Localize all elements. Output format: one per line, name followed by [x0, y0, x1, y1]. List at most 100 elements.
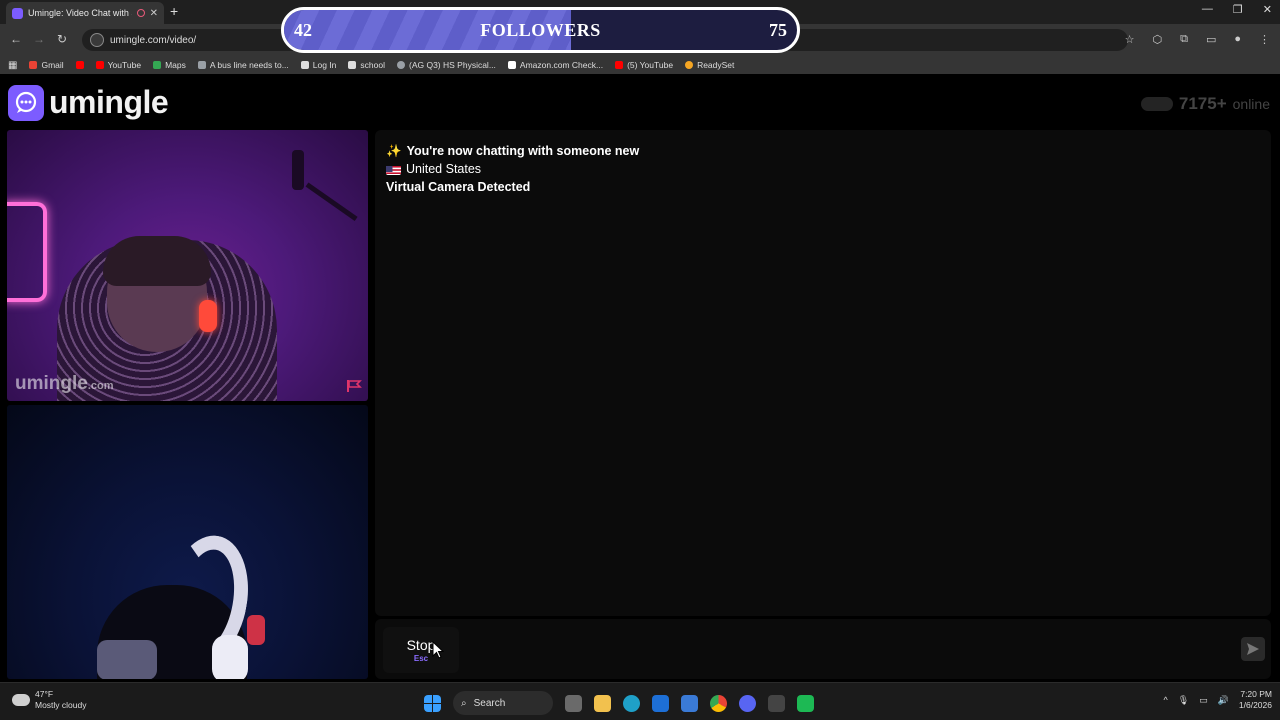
chat-message: Virtual Camera Detected [386, 180, 531, 194]
taskbar-apps: ⌕ Search [424, 691, 814, 715]
online-count: 7175+ [1178, 94, 1227, 113]
mouse-cursor-icon [432, 641, 444, 659]
neon-light [7, 202, 47, 302]
chat-message: United States [386, 160, 1260, 178]
microphone-icon[interactable]: 🎙 [1178, 695, 1189, 706]
umingle-favicon-icon [12, 7, 23, 19]
person-hair [103, 236, 211, 286]
youtube-icon [95, 61, 104, 69]
send-button[interactable] [1241, 637, 1265, 661]
new-tab-button[interactable]: + [170, 3, 178, 19]
window-controls: — ❐ ✕ [1202, 3, 1272, 16]
school-icon [300, 61, 309, 69]
task-view-icon[interactable] [565, 694, 582, 712]
bookmark-item[interactable]: (5) YouTube [615, 60, 673, 70]
volume-icon[interactable]: 🔊 [1218, 695, 1229, 706]
file-explorer-icon[interactable] [594, 694, 611, 712]
online-counter: 7175+ online [1140, 94, 1270, 114]
system-clock[interactable]: 7:20 PM 1/6/2026 [1239, 689, 1272, 711]
url-text: umingle.com/video/ [110, 34, 197, 46]
readyset-icon [685, 61, 694, 69]
tray-chevron-icon[interactable]: ^ [1164, 695, 1168, 705]
close-tab-icon[interactable]: ✕ [150, 8, 158, 19]
system-tray: ^ 🎙 ▭ 🔊 7:20 PM 1/6/2026 [1164, 689, 1273, 711]
site-info-icon[interactable] [90, 33, 104, 47]
school-icon [348, 61, 357, 69]
taskbar-search[interactable]: ⌕ Search [453, 691, 553, 715]
followers-label: FOLLOWERS [480, 20, 601, 40]
followers-goal-count: 75 [769, 20, 787, 40]
game-icon[interactable] [768, 694, 785, 712]
sparkles-icon: ✨ [386, 144, 402, 158]
bookmark-item[interactable]: Maps [153, 60, 186, 70]
bookmark-item[interactable]: Amazon.com Check... [507, 60, 603, 70]
headphone [199, 300, 217, 332]
bookmarks-bar: ▦ Gmail YouTube Maps A bus line needs to… [0, 56, 1280, 74]
recording-icon [136, 9, 145, 17]
bookmark-item[interactable]: school [348, 60, 385, 70]
bookmark-item[interactable]: Gmail [29, 60, 64, 70]
theme-toggle[interactable] [1140, 97, 1173, 111]
menu-dots-icon[interactable]: ⋮ [1259, 33, 1270, 46]
app-icon[interactable] [797, 694, 814, 712]
extension-icon[interactable]: ⬡ [1152, 33, 1162, 46]
bookmark-item[interactable]: (AG Q3) HS Physical... [397, 60, 496, 70]
bookmark-item[interactable] [75, 61, 84, 69]
us-flag-icon [386, 164, 401, 175]
umingle-app: umingle 7175+ online umingle.com ✨ You'r… [0, 74, 1280, 682]
bookmark-item[interactable]: ReadySet [685, 60, 734, 70]
bookmark-star-icon[interactable]: ☆ [1125, 33, 1135, 46]
lamp-arm [305, 182, 358, 221]
report-flag-icon[interactable] [346, 379, 362, 393]
store-icon[interactable] [681, 694, 698, 712]
back-arrow-icon[interactable]: ← [10, 32, 22, 46]
network-icon[interactable]: ▭ [1199, 695, 1208, 706]
bookmark-item[interactable]: A bus line needs to... [197, 60, 289, 70]
browser-actions: ☆ ⬡ ⧉ ▭ ● ⋮ [1125, 33, 1270, 46]
send-arrow-icon [1247, 643, 1259, 655]
apps-grid-icon[interactable]: ▦ [8, 60, 17, 71]
search-icon: ⌕ [461, 697, 467, 709]
logo-text: umingle [49, 84, 169, 120]
browser-tab[interactable]: Umingle: Video Chat with S ✕ [6, 2, 164, 24]
amazon-icon [507, 61, 516, 69]
weather-widget[interactable]: 47°F Mostly cloudy [12, 689, 87, 711]
self-video [7, 405, 368, 679]
lamp [292, 150, 304, 190]
close-window-icon[interactable]: ✕ [1263, 3, 1272, 16]
stranger-video: umingle.com [7, 130, 368, 401]
profile-icon[interactable]: ● [1234, 33, 1241, 46]
message-input[interactable] [467, 631, 1227, 667]
temperature: 47°F [35, 689, 54, 699]
tab-title: Umingle: Video Chat with S [28, 8, 132, 18]
cast-icon[interactable]: ▭ [1206, 33, 1216, 46]
cloud-icon [12, 694, 30, 706]
edge-icon[interactable] [623, 694, 640, 712]
extensions-puzzle-icon[interactable]: ⧉ [1180, 33, 1188, 46]
doc-icon [197, 61, 206, 69]
youtube-icon [615, 61, 624, 69]
followers-goal-overlay: 42 FOLLOWERS 75 [281, 7, 800, 53]
chrome-icon[interactable] [710, 694, 727, 712]
bookmark-item[interactable]: Log In [300, 60, 336, 70]
windows-start-icon[interactable] [424, 694, 441, 712]
gmail-icon [29, 61, 38, 69]
reload-icon[interactable]: ↻ [57, 32, 67, 46]
umingle-logo[interactable]: umingle [8, 84, 169, 121]
chat-input-bar: Stop Esc [375, 619, 1271, 679]
online-label: online [1232, 96, 1270, 112]
bookmark-item[interactable]: YouTube [95, 60, 141, 70]
red-light [247, 615, 265, 645]
chat-message: ✨ You're now chatting with someone new [386, 144, 640, 158]
headset-earcup [212, 635, 248, 679]
maximize-icon[interactable]: ❐ [1233, 3, 1243, 16]
weather-condition: Mostly cloudy [35, 700, 87, 710]
video-watermark: umingle.com [15, 373, 114, 394]
outlook-icon[interactable] [652, 694, 669, 712]
forward-arrow-icon[interactable]: → [33, 32, 45, 46]
stop-shortcut: Esc [413, 654, 429, 663]
discord-icon[interactable] [739, 694, 756, 712]
stop-button[interactable]: Stop Esc [383, 627, 459, 673]
windows-taskbar: 47°F Mostly cloudy ⌕ Search ^ 🎙 ▭ 🔊 7:20… [0, 682, 1280, 720]
minimize-icon[interactable]: — [1202, 3, 1213, 16]
